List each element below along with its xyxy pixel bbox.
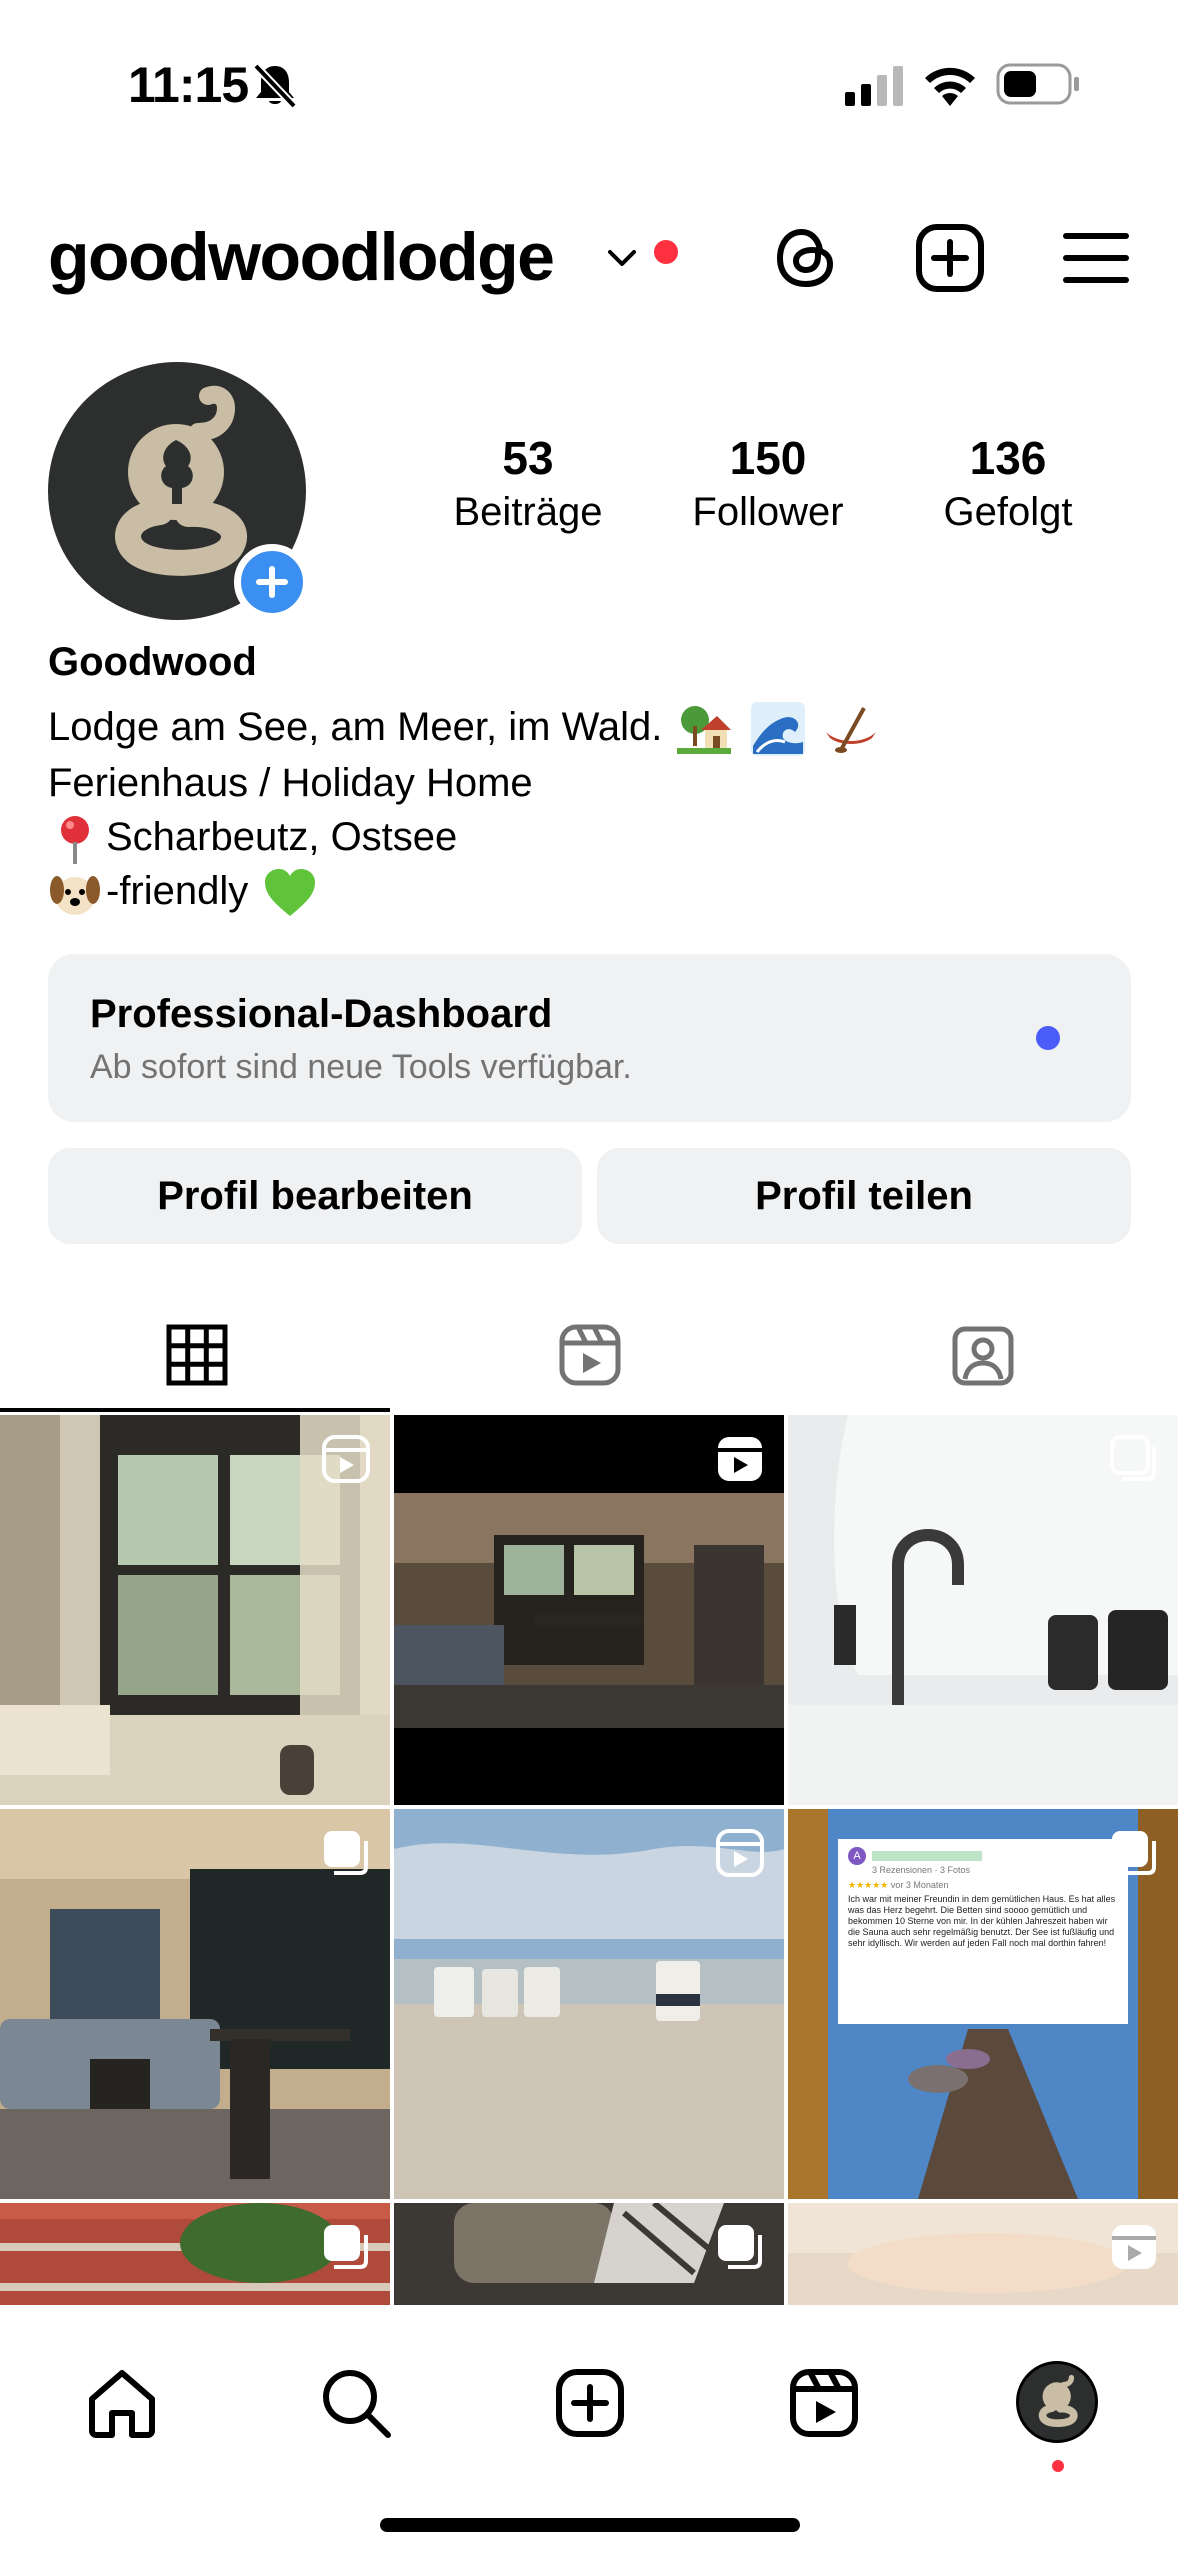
followers-label: Follower: [692, 490, 844, 534]
bio-line-1: Lodge am See, am Meer, im Wald.: [48, 700, 882, 757]
post-thumbnail[interactable]: [0, 1809, 390, 2199]
username-switcher[interactable]: goodwoodlodge: [48, 218, 555, 296]
dashboard-subtitle: Ab sofort sind neue Tools verfügbar.: [90, 1048, 632, 1086]
posts-grid: A 3 Rezensionen · 3 Fotos ★★★★★ vor 3 Mo…: [0, 1415, 1179, 2305]
followers-stat[interactable]: 150 Follower: [648, 430, 888, 538]
status-bar: 11:15: [0, 0, 1179, 150]
bio-line-4: -friendly: [48, 864, 321, 920]
bio-text-4: -friendly: [106, 869, 249, 913]
battery-icon: [996, 63, 1079, 105]
post-thumbnail[interactable]: [0, 2203, 390, 2305]
search-icon[interactable]: [318, 2365, 394, 2441]
chevron-down-icon[interactable]: [604, 240, 640, 276]
posts-count: 53: [502, 432, 554, 484]
muted-bell-icon: [253, 63, 297, 108]
reel-badge-icon: [718, 1437, 762, 1481]
new-post-icon[interactable]: [552, 2365, 628, 2441]
carousel-badge-icon: [1110, 1435, 1156, 1481]
home-icon[interactable]: [84, 2365, 160, 2441]
wifi-icon: [925, 67, 975, 106]
reels-icon: [559, 1324, 620, 1386]
posts-label: Beiträge: [453, 490, 603, 534]
profile-notification-dot: [1052, 2460, 1064, 2472]
round-pushpin-emoji-icon: [61, 816, 89, 865]
create-post-icon[interactable]: [912, 220, 988, 296]
bio-line-2: Ferienhaus / Holiday Home: [48, 761, 533, 805]
status-time: 11:15: [128, 57, 249, 113]
review-text: Ich war mit meiner Freundin in dem gemüt…: [848, 1894, 1116, 1948]
carousel-badge-icon: [324, 2225, 368, 2269]
plus-icon: [256, 566, 288, 598]
followers-count: 150: [729, 432, 807, 484]
review-age: vor 3 Monaten: [890, 1880, 949, 1890]
add-story-button[interactable]: [234, 544, 310, 620]
bio-text-3: Scharbeutz, Ostsee: [106, 815, 458, 859]
reel-badge-icon: [322, 1435, 370, 1483]
reels-nav-icon[interactable]: [786, 2365, 862, 2441]
review-meta: 3 Rezensionen · 3 Fotos: [872, 1865, 971, 1875]
notification-dot: [654, 240, 678, 264]
green-heart-emoji-icon: [265, 869, 316, 917]
profile-nav-avatar[interactable]: [1016, 2361, 1098, 2443]
active-tab-indicator: [0, 1408, 390, 1412]
reviewer-initial: A: [853, 1849, 861, 1862]
carousel-badge-icon: [718, 2225, 762, 2269]
grid-icon: [166, 1324, 227, 1386]
redacted-name: [872, 1851, 982, 1861]
post-thumbnail[interactable]: [0, 1415, 390, 1805]
house-with-garden-emoji-icon: [677, 706, 732, 755]
following-stat[interactable]: 136 Gefolgt: [888, 430, 1128, 538]
dog-face-emoji-icon: [50, 876, 100, 916]
tab-reels[interactable]: [393, 1296, 786, 1414]
cellular-signal-icon: [845, 66, 903, 106]
review-card: A 3 Rezensionen · 3 Fotos ★★★★★ vor 3 Mo…: [838, 1839, 1128, 2024]
reviewer-avatar: A: [848, 1847, 866, 1865]
water-wave-emoji-icon: [750, 702, 805, 757]
tab-tagged[interactable]: [786, 1296, 1179, 1414]
following-count: 136: [969, 432, 1047, 484]
reel-badge-icon: [1112, 2225, 1156, 2269]
profile-header: goodwoodlodge: [0, 200, 1179, 310]
posts-stat[interactable]: 53 Beiträge: [408, 430, 648, 538]
share-profile-button[interactable]: Profil teilen: [597, 1148, 1131, 1244]
tagged-icon: [952, 1326, 1013, 1386]
threads-icon[interactable]: [768, 220, 844, 296]
home-indicator: [380, 2518, 800, 2532]
post-thumbnail[interactable]: [394, 2203, 784, 2305]
goodwood-logo-icon: [1038, 2374, 1078, 2427]
menu-icon[interactable]: [1058, 220, 1134, 296]
edit-profile-button[interactable]: Profil bearbeiten: [48, 1148, 582, 1244]
profile-display-name: Goodwood: [48, 640, 257, 684]
post-thumbnail[interactable]: [394, 1809, 784, 2199]
post-thumbnail[interactable]: [394, 1415, 784, 1805]
dashboard-new-dot: [1036, 1026, 1060, 1050]
post-thumbnail[interactable]: [788, 1415, 1178, 1805]
bio-line-3: Scharbeutz, Ostsee: [48, 810, 457, 866]
carousel-badge-icon: [324, 1831, 368, 1875]
carousel-badge-icon: [1112, 1831, 1156, 1875]
post-thumbnail[interactable]: A 3 Rezensionen · 3 Fotos ★★★★★ vor 3 Mo…: [788, 1809, 1178, 2199]
bio-text-1: Lodge am See, am Meer, im Wald.: [48, 705, 663, 749]
tab-posts-grid[interactable]: [0, 1296, 393, 1414]
canoe-emoji-icon: [825, 707, 876, 754]
post-thumbnail[interactable]: [788, 2203, 1178, 2305]
professional-dashboard-card[interactable]: Professional-Dashboard Ab sofort sind ne…: [48, 954, 1131, 1122]
dashboard-title: Professional-Dashboard: [90, 992, 553, 1036]
reel-badge-icon: [716, 1829, 764, 1877]
following-label: Gefolgt: [943, 490, 1073, 534]
review-stars: ★★★★★: [848, 1880, 889, 1890]
